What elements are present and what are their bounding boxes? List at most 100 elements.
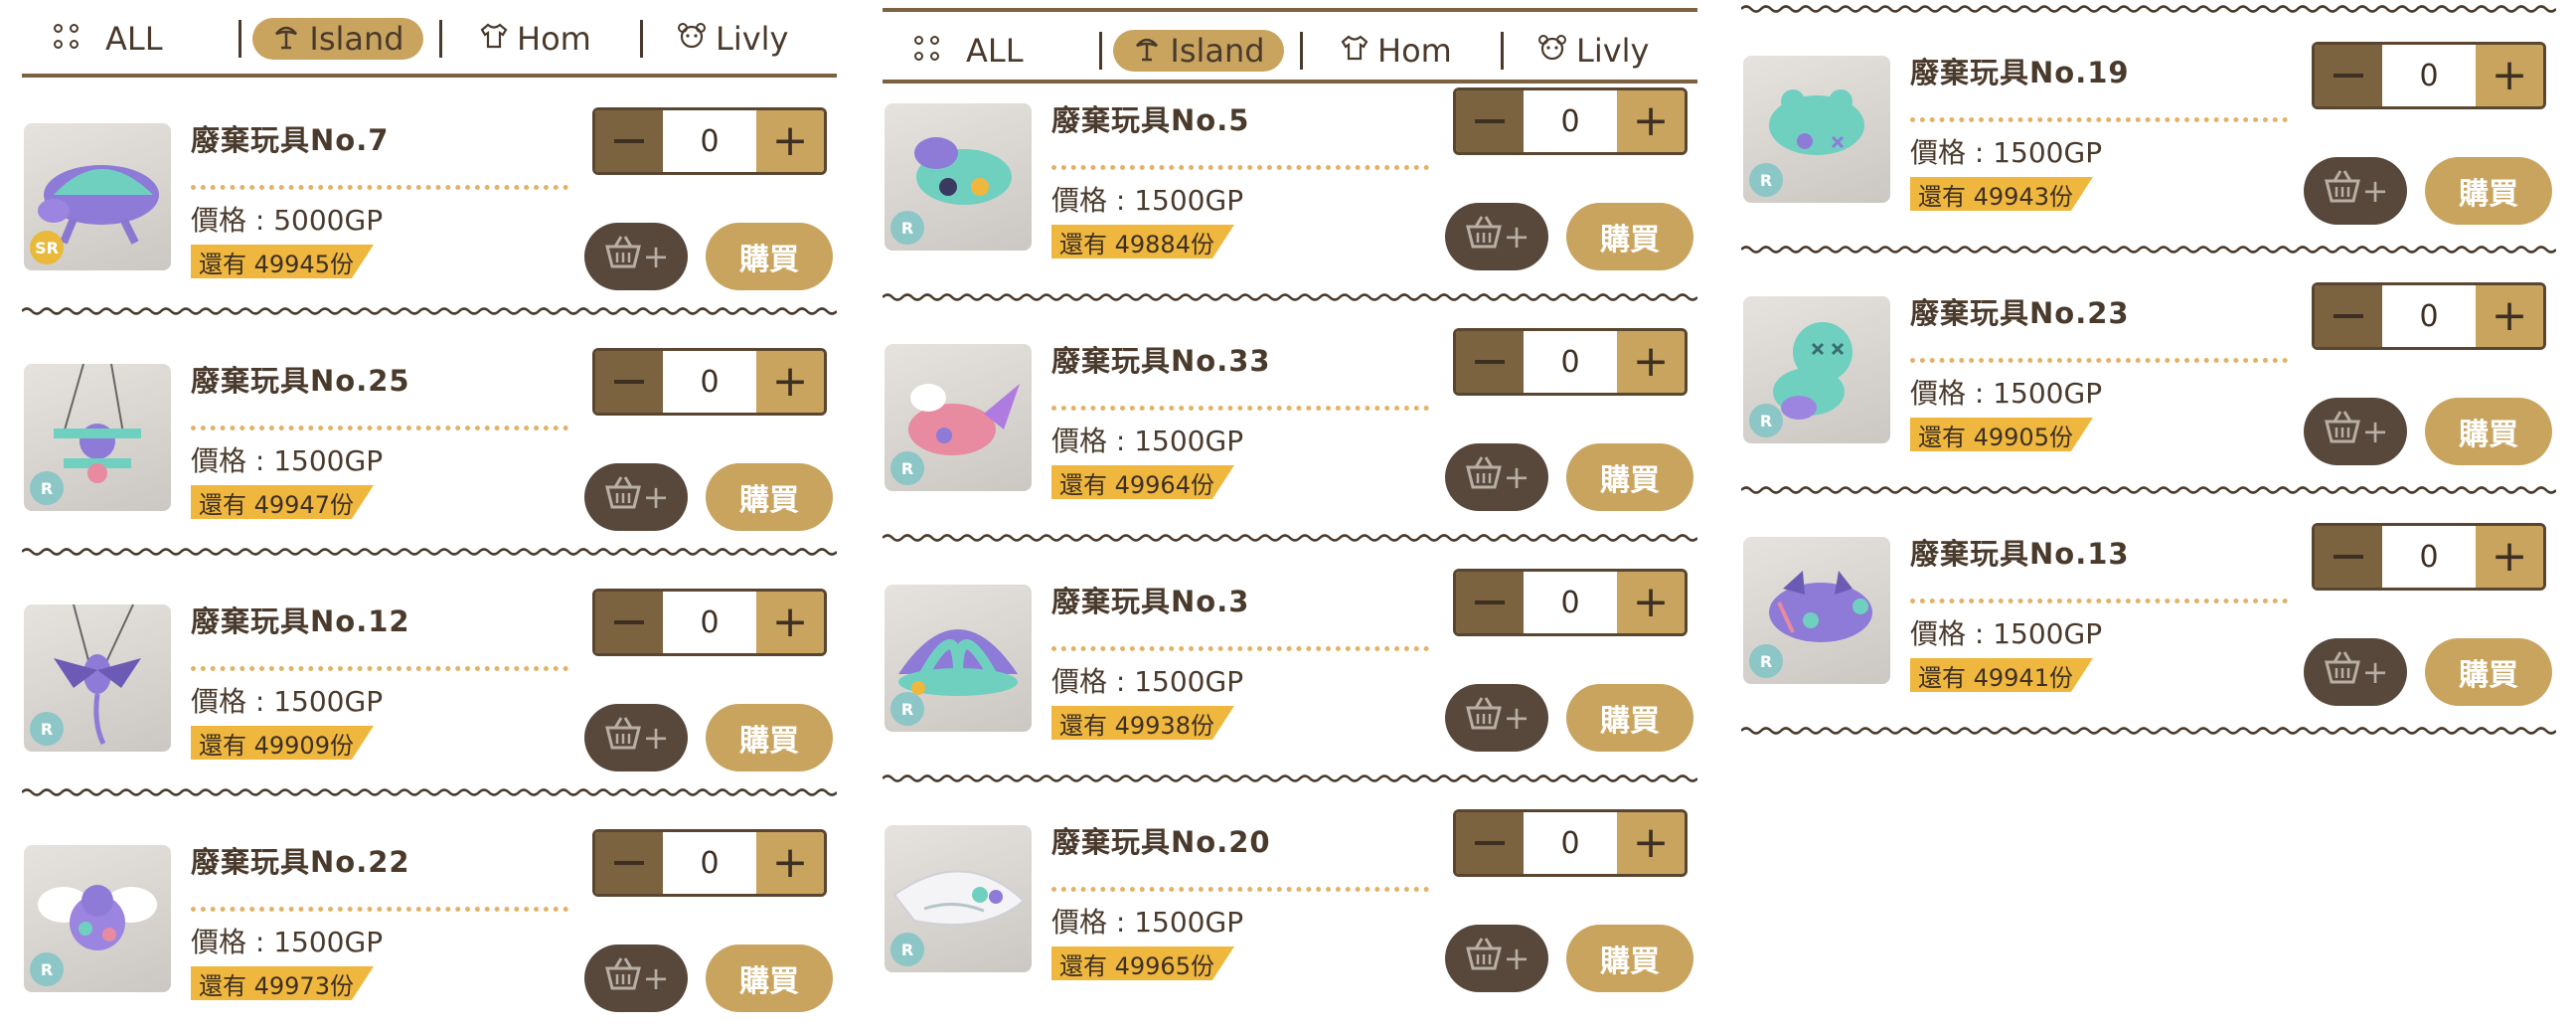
quantity-stepper: 0 +	[1453, 569, 1688, 636]
add-to-cart-button[interactable]: +	[584, 704, 688, 772]
product-image: R	[885, 344, 1032, 491]
increase-button[interactable]: +	[2476, 285, 2543, 347]
tree-icon	[271, 20, 301, 58]
add-to-cart-button[interactable]: +	[1445, 925, 1548, 992]
stock-badge: 還有 49884份	[1051, 225, 1234, 258]
minus-icon	[614, 861, 644, 865]
buy-button[interactable]: 購買	[706, 704, 833, 772]
increase-button[interactable]: +	[1617, 331, 1685, 393]
dotted-divider	[191, 666, 568, 671]
minus-icon	[614, 139, 644, 143]
decrease-button[interactable]	[595, 592, 663, 653]
dotted-divider	[191, 426, 568, 430]
dotted-divider	[1051, 165, 1429, 170]
dotted-divider	[1910, 358, 2288, 363]
tab-all[interactable]: ALL	[54, 18, 163, 60]
quantity-input[interactable]: 0	[2382, 45, 2476, 106]
quantity-stepper: 0 +	[592, 829, 827, 897]
quantity-input[interactable]: 0	[1524, 812, 1617, 874]
quantity-stepper: 0 +	[2312, 282, 2546, 350]
increase-button[interactable]: +	[756, 110, 824, 172]
quantity-input[interactable]: 0	[663, 832, 756, 894]
minus-icon	[1475, 360, 1505, 364]
add-to-cart-button[interactable]: +	[2304, 157, 2407, 225]
increase-button[interactable]: +	[756, 351, 824, 413]
add-to-cart-button[interactable]: +	[1445, 443, 1548, 511]
quantity-input[interactable]: 0	[663, 351, 756, 413]
product-name: 廢棄玩具No.20	[1051, 825, 1271, 859]
increase-button[interactable]: +	[1617, 90, 1685, 152]
buy-button[interactable]: 購買	[706, 463, 833, 531]
increase-button[interactable]: +	[756, 592, 824, 653]
quantity-stepper: 0 +	[1453, 809, 1688, 877]
wavy-divider	[22, 548, 837, 556]
add-to-cart-button[interactable]: +	[1445, 203, 1548, 270]
buy-button[interactable]: 購買	[1566, 925, 1693, 992]
add-to-cart-button[interactable]: +	[584, 944, 688, 1012]
plus-icon: +	[2361, 413, 2389, 450]
livly-face-icon	[676, 20, 708, 58]
add-to-cart-button[interactable]: +	[584, 223, 688, 290]
product-price: 價格 : 1500GP	[191, 444, 384, 477]
quantity-input[interactable]: 0	[1524, 572, 1617, 633]
buy-button[interactable]: 購買	[2425, 398, 2552, 465]
quantity-input[interactable]: 0	[2382, 285, 2476, 347]
quantity-input[interactable]: 0	[1524, 331, 1617, 393]
increase-button[interactable]: +	[2476, 45, 2543, 106]
product-image: SR	[24, 123, 171, 270]
stock-badge: 還有 49947份	[191, 485, 374, 519]
product-name: 廢棄玩具No.5	[1051, 103, 1250, 137]
add-to-cart-button[interactable]: +	[2304, 638, 2407, 706]
decrease-button[interactable]	[1456, 812, 1524, 874]
tab-divider	[239, 20, 242, 58]
product-price: 價格 : 1500GP	[191, 685, 384, 718]
increase-button[interactable]: +	[2476, 526, 2543, 588]
tab-livly[interactable]: Livly	[676, 18, 788, 60]
increase-button[interactable]: +	[1617, 572, 1685, 633]
decrease-button[interactable]	[2315, 45, 2382, 106]
product-image: R	[1743, 296, 1890, 443]
dotted-divider	[1051, 646, 1429, 651]
increase-button[interactable]: +	[756, 832, 824, 894]
decrease-button[interactable]	[1456, 572, 1524, 633]
decrease-button[interactable]	[1456, 90, 1524, 152]
tab-hom[interactable]: Hom	[479, 18, 591, 60]
buy-button[interactable]: 購買	[706, 944, 833, 1012]
minus-icon	[2334, 555, 2363, 559]
stock-badge: 還有 49938份	[1051, 706, 1234, 740]
add-to-cart-button[interactable]: +	[1445, 684, 1548, 752]
plus-icon: +	[642, 959, 670, 997]
buy-button[interactable]: 購買	[1566, 443, 1693, 511]
tab-island[interactable]: Island	[252, 18, 423, 60]
decrease-button[interactable]	[595, 351, 663, 413]
decrease-button[interactable]	[2315, 526, 2382, 588]
rarity-badge: R	[30, 471, 64, 505]
add-to-cart-button[interactable]: +	[584, 463, 688, 531]
quantity-stepper: 0 +	[2312, 523, 2546, 591]
buy-button[interactable]: 購買	[1566, 203, 1693, 270]
dotted-divider	[191, 907, 568, 912]
buy-button[interactable]: 購買	[2425, 157, 2552, 225]
basket-icon	[603, 956, 643, 1000]
basket-icon	[1464, 215, 1504, 258]
basket-icon	[2323, 650, 2362, 694]
decrease-button[interactable]	[2315, 285, 2382, 347]
decrease-button[interactable]	[595, 832, 663, 894]
buy-button[interactable]: 購買	[1566, 684, 1693, 752]
decrease-button[interactable]	[595, 110, 663, 172]
quantity-stepper: 0 +	[592, 589, 827, 656]
quantity-input[interactable]: 0	[663, 592, 756, 653]
buy-button[interactable]: 購買	[2425, 638, 2552, 706]
decrease-button[interactable]	[1456, 331, 1524, 393]
quantity-input[interactable]: 0	[2382, 526, 2476, 588]
quantity-input[interactable]: 0	[1524, 90, 1617, 152]
increase-button[interactable]: +	[1617, 812, 1685, 874]
basket-icon	[1464, 696, 1504, 740]
add-to-cart-button[interactable]: +	[2304, 398, 2407, 465]
basket-icon	[603, 716, 643, 760]
product-name: 廢棄玩具No.25	[191, 364, 410, 398]
rarity-badge: R	[1749, 404, 1783, 437]
quantity-input[interactable]: 0	[663, 110, 756, 172]
product-price: 價格 : 1500GP	[1910, 617, 2103, 650]
buy-button[interactable]: 購買	[706, 223, 833, 290]
